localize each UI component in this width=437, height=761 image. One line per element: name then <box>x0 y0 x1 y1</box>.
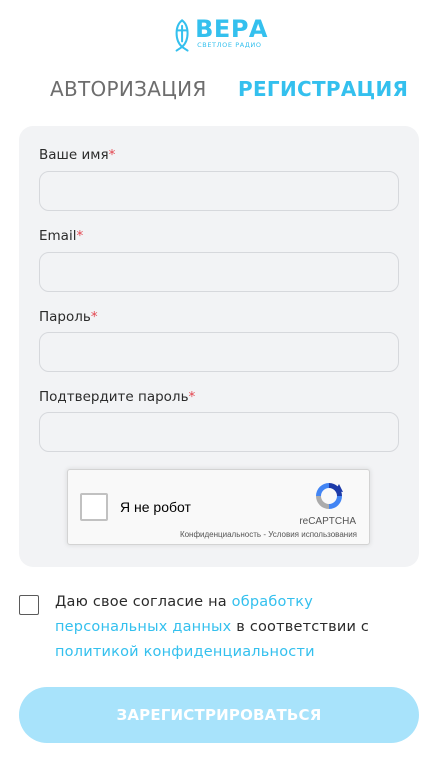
required-mark: * <box>188 389 196 405</box>
password-label-text: Пароль <box>39 309 91 325</box>
email-label-text: Email <box>39 228 77 244</box>
recaptcha-links: Конфиденциальность - Условия использован… <box>180 530 357 539</box>
name-input[interactable] <box>39 171 399 211</box>
recaptcha-label: Я не робот <box>120 499 191 515</box>
required-mark: * <box>90 309 98 325</box>
consent-text-middle: в соответствии с <box>231 619 370 635</box>
consent-checkbox[interactable] <box>19 595 39 615</box>
recaptcha-checkbox[interactable] <box>80 493 108 521</box>
recaptcha-privacy-link[interactable]: Конфиденциальность <box>180 530 261 539</box>
consent-text: Даю свое согласие на обработку персональ… <box>55 590 415 665</box>
name-label: Ваше имя* <box>39 147 115 164</box>
tab-register[interactable]: РЕГИСТРАЦИЯ <box>238 76 408 102</box>
password-input[interactable] <box>39 332 399 372</box>
email-label: Email* <box>39 228 83 245</box>
password-label: Пароль* <box>39 309 98 326</box>
name-label-text: Ваше имя <box>39 147 109 163</box>
email-input[interactable] <box>39 252 399 292</box>
tab-login[interactable]: АВТОРИЗАЦИЯ <box>50 76 207 102</box>
brand-tagline: СВЕТЛОЕ РАДИО <box>197 41 262 49</box>
required-mark: * <box>108 147 116 163</box>
fish-cross-icon <box>175 19 189 52</box>
auth-tabs: АВТОРИЗАЦИЯ РЕГИСТРАЦИЯ <box>0 76 437 102</box>
register-button[interactable]: ЗАРЕГИСТРИРОВАТЬСЯ <box>19 687 419 743</box>
registration-form: Ваше имя* Email* Пароль* Подтвердите пар… <box>19 126 419 567</box>
required-mark: * <box>76 228 84 244</box>
confirm-password-input[interactable] <box>39 412 399 452</box>
confirm-password-label: Подтвердите пароль* <box>39 389 195 406</box>
brand-logo[interactable]: ВЕРА СВЕТЛОЕ РАДИО <box>172 17 268 57</box>
brand-wordmark: ВЕРА СВЕТЛОЕ РАДИО <box>195 17 268 49</box>
recaptcha-widget: Я не робот reCAPTCHA Конфиденциальность … <box>67 469 370 545</box>
recaptcha-brand: reCAPTCHA <box>299 516 356 527</box>
recaptcha-icon <box>316 483 343 509</box>
recaptcha-terms-link[interactable]: Условия использования <box>268 530 357 539</box>
privacy-policy-link[interactable]: политикой конфиденциальности <box>55 644 315 660</box>
confirm-password-label-text: Подтвердите пароль <box>39 389 189 405</box>
consent-text-before: Даю свое согласие на <box>55 594 232 610</box>
brand-name: ВЕРА <box>195 15 268 43</box>
